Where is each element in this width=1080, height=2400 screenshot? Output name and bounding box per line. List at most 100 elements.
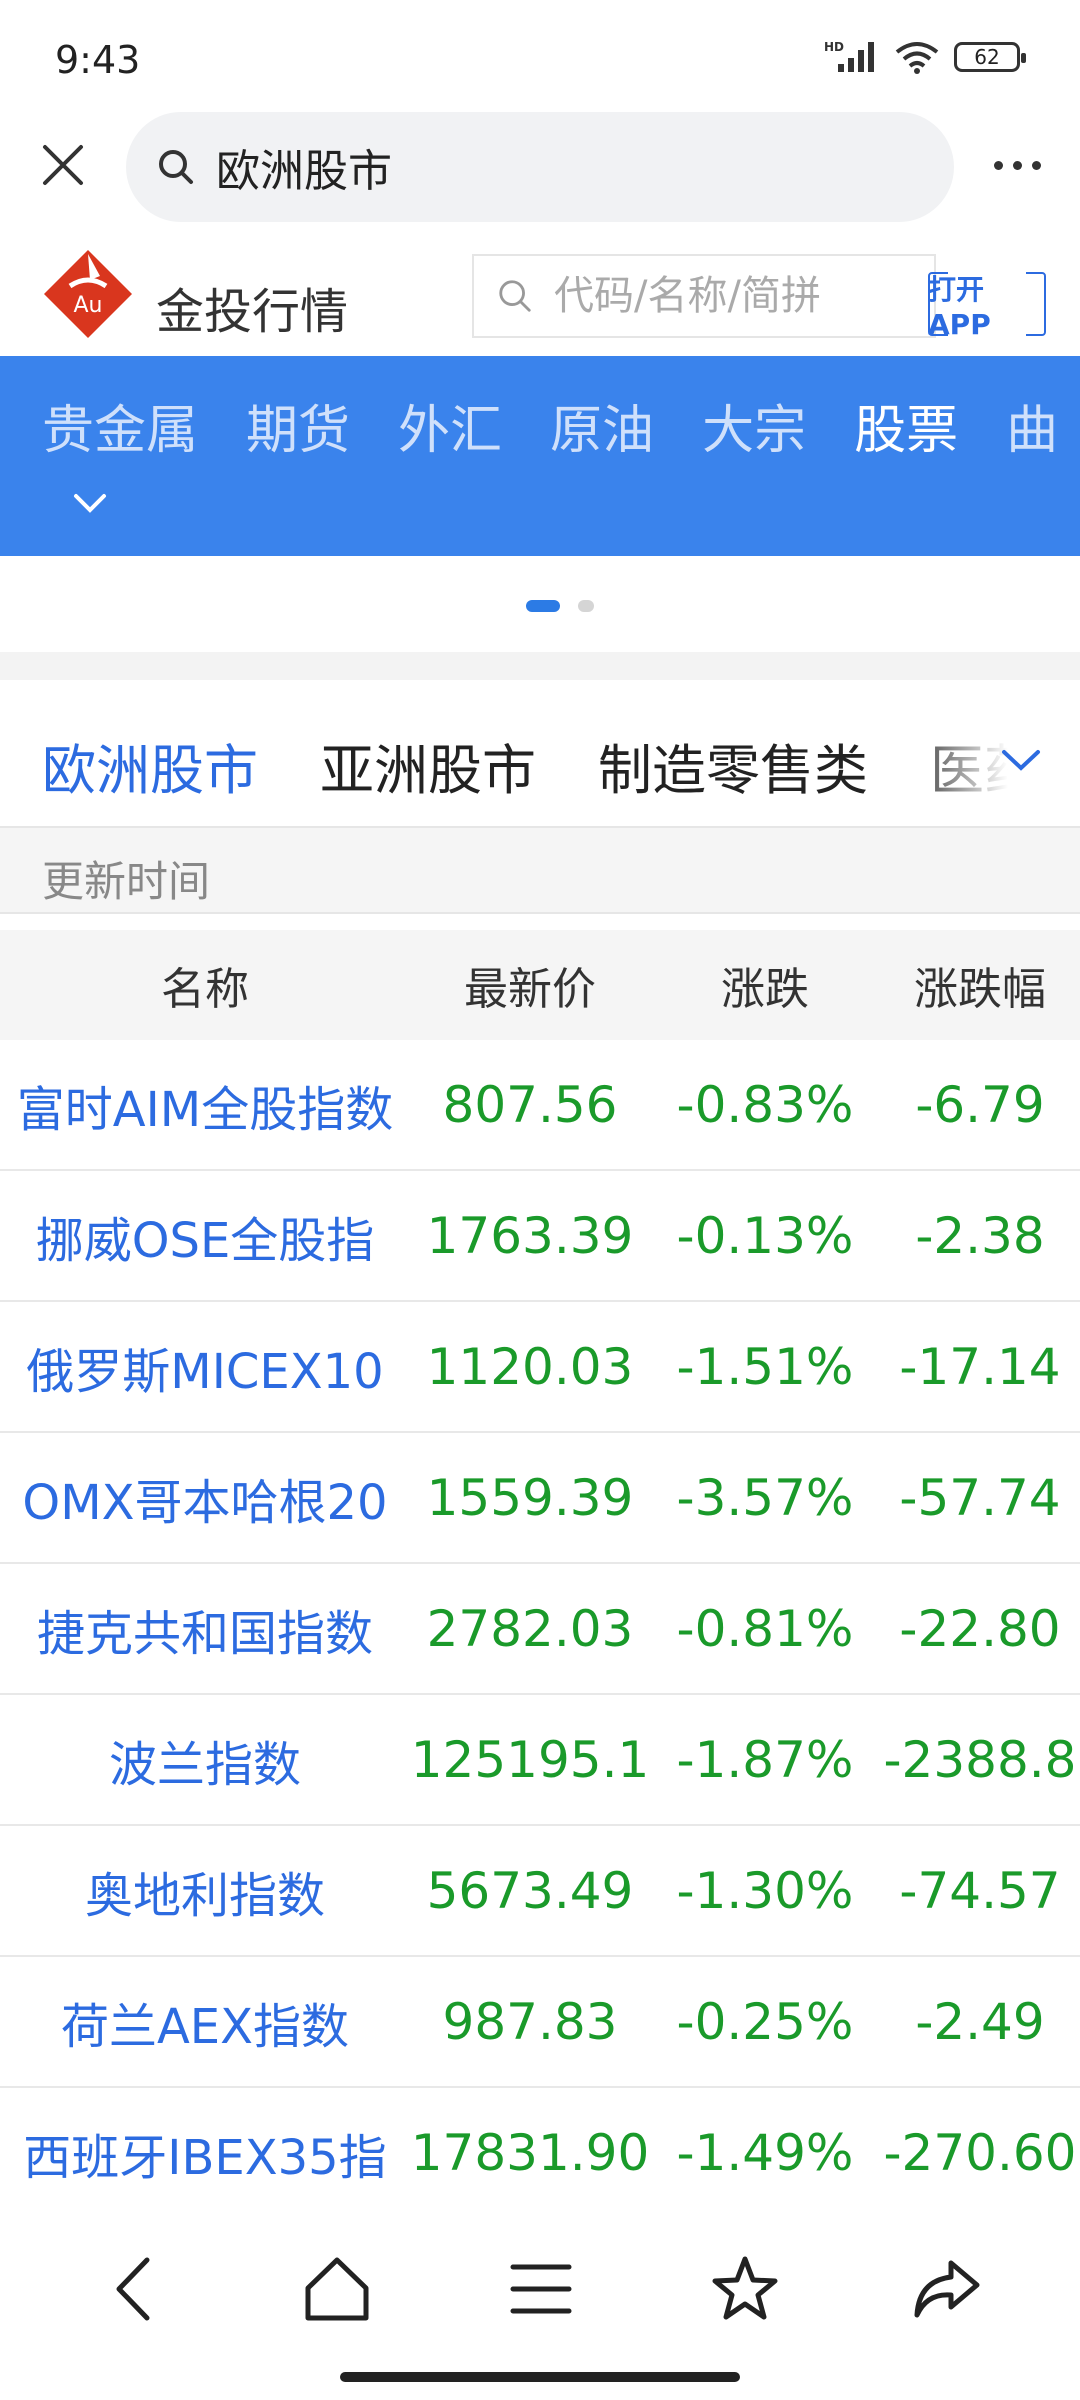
quote-price: 1763.39 bbox=[426, 1206, 634, 1265]
battery-level: 62 bbox=[974, 45, 1000, 69]
quote-change-pct: -2.49 bbox=[915, 1992, 1045, 2051]
quote-name[interactable]: 西班牙IBEX35指 bbox=[0, 2118, 410, 2188]
site-search-box[interactable] bbox=[472, 254, 936, 338]
status-bar: 9:43 HD 62 bbox=[0, 0, 1080, 110]
nav-item[interactable]: 股票 bbox=[854, 388, 958, 463]
quote-name[interactable]: 波兰指数 bbox=[0, 1725, 410, 1795]
table-row[interactable]: OMX哥本哈根20 1559.39 -3.57% -57.74 bbox=[0, 1433, 1080, 1564]
quote-change-pct: -6.79 bbox=[915, 1075, 1045, 1134]
search-icon bbox=[499, 280, 531, 312]
back-button[interactable] bbox=[90, 2244, 180, 2334]
quote-change: -3.57% bbox=[676, 1468, 854, 1527]
quote-change: -0.81% bbox=[676, 1599, 854, 1658]
category-tabs: 欧洲股市亚洲股市制造零售类医药 bbox=[0, 700, 1080, 824]
category-tab[interactable]: 制造零售类 bbox=[598, 726, 868, 805]
close-icon bbox=[43, 145, 83, 185]
quote-name[interactable]: 俄罗斯MICEX10 bbox=[0, 1332, 410, 1402]
nav-item[interactable]: 期货 bbox=[246, 388, 350, 463]
quote-price: 1120.03 bbox=[426, 1337, 634, 1396]
nav-item[interactable]: 外汇 bbox=[398, 388, 502, 463]
status-icons: HD 62 bbox=[824, 40, 1026, 74]
expand-tabs-icon[interactable] bbox=[998, 736, 1044, 782]
battery-indicator: 62 bbox=[954, 42, 1026, 72]
carousel-dot[interactable] bbox=[578, 600, 594, 612]
more-icon bbox=[993, 160, 1003, 170]
header-name: 名称 bbox=[161, 964, 249, 1015]
browser-search-bar[interactable]: 欧洲股市 bbox=[126, 112, 954, 222]
site-header: Au 金投行情 打开APP bbox=[0, 232, 1080, 356]
bottom-nav bbox=[0, 2196, 1080, 2376]
table-row[interactable]: 俄罗斯MICEX10 1120.03 -1.51% -17.14 bbox=[0, 1302, 1080, 1433]
close-button[interactable] bbox=[30, 132, 96, 198]
carousel-dot[interactable] bbox=[526, 600, 560, 612]
quote-name[interactable]: 富时AIM全股指数 bbox=[0, 1070, 410, 1140]
share-icon bbox=[914, 2260, 980, 2318]
quote-price: 5673.49 bbox=[426, 1861, 634, 1920]
search-icon bbox=[159, 150, 193, 184]
logo-text: Au bbox=[74, 293, 103, 318]
header-price: 最新价 bbox=[464, 964, 596, 1015]
carousel-dots bbox=[20, 600, 1080, 630]
quote-name[interactable]: 挪威OSE全股指 bbox=[0, 1201, 410, 1271]
menu-icon bbox=[510, 2264, 572, 2314]
quote-change-pct: -2388.8 bbox=[883, 1730, 1077, 1789]
quote-price: 2782.03 bbox=[426, 1599, 634, 1658]
quote-change-pct: -270.60 bbox=[883, 2123, 1077, 2182]
status-time: 9:43 bbox=[55, 38, 141, 82]
nav-item[interactable]: 曲 bbox=[1006, 388, 1058, 463]
home-icon bbox=[305, 2257, 369, 2321]
table-row[interactable]: 富时AIM全股指数 807.56 -0.83% -6.79 bbox=[0, 1040, 1080, 1171]
hd-label: HD bbox=[824, 40, 844, 54]
quote-change: -1.30% bbox=[676, 1861, 854, 1920]
home-button[interactable] bbox=[292, 2244, 382, 2334]
quote-name[interactable]: 奥地利指数 bbox=[0, 1856, 410, 1926]
nav-item[interactable]: 原油 bbox=[550, 388, 654, 463]
site-search-input[interactable] bbox=[554, 273, 894, 319]
quote-name[interactable]: 荷兰AEX指数 bbox=[0, 1987, 410, 2057]
site-name: 金投行情 bbox=[156, 284, 349, 340]
market-nav-items: 贵金属 期货 外汇 原油 大宗 股票曲 bbox=[42, 388, 1080, 463]
browser-search-query: 欧洲股市 bbox=[216, 146, 392, 197]
quote-change: -1.87% bbox=[676, 1730, 854, 1789]
header-change: 涨跌 bbox=[721, 964, 809, 1015]
table-row[interactable]: 波兰指数 125195.1 -1.87% -2388.8 bbox=[0, 1695, 1080, 1826]
bookmark-button[interactable] bbox=[700, 2244, 790, 2334]
quote-change: -1.51% bbox=[676, 1337, 854, 1396]
quote-price: 807.56 bbox=[442, 1075, 618, 1134]
nav-item[interactable]: 大宗 bbox=[702, 388, 806, 463]
home-indicator[interactable] bbox=[340, 2372, 740, 2382]
quote-change: -0.13% bbox=[676, 1206, 854, 1265]
menu-button[interactable] bbox=[496, 2244, 586, 2334]
quote-change-pct: -2.38 bbox=[915, 1206, 1045, 1265]
table-row[interactable]: 荷兰AEX指数 987.83 -0.25% -2.49 bbox=[0, 1957, 1080, 2088]
quote-change: -0.83% bbox=[676, 1075, 854, 1134]
table-row[interactable]: 奥地利指数 5673.49 -1.30% -74.57 bbox=[0, 1826, 1080, 1957]
table-row[interactable]: 捷克共和国指数 2782.03 -0.81% -22.80 bbox=[0, 1564, 1080, 1695]
market-nav-bar: 贵金属 期货 外汇 原油 大宗 股票曲 bbox=[0, 356, 1080, 556]
table-row[interactable]: 挪威OSE全股指 1763.39 -0.13% -2.38 bbox=[0, 1171, 1080, 1302]
quote-change-pct: -74.57 bbox=[899, 1861, 1061, 1920]
update-time-label: 更新时间 bbox=[42, 857, 211, 906]
more-options-button[interactable] bbox=[982, 132, 1052, 198]
back-icon bbox=[116, 2257, 150, 2321]
header-pct: 涨跌幅 bbox=[914, 964, 1046, 1015]
site-logo[interactable]: Au bbox=[40, 246, 136, 342]
star-icon bbox=[712, 2256, 778, 2320]
section-divider bbox=[0, 652, 1080, 680]
quote-change-pct: -57.74 bbox=[899, 1468, 1061, 1527]
browser-toolbar: 欧洲股市 bbox=[0, 110, 1080, 222]
quote-name[interactable]: 捷克共和国指数 bbox=[0, 1594, 410, 1664]
quote-change: -1.49% bbox=[676, 2123, 854, 2182]
category-tab[interactable]: 亚洲股市 bbox=[320, 726, 536, 805]
quote-change: -0.25% bbox=[676, 1992, 854, 2051]
quote-price: 1559.39 bbox=[426, 1468, 634, 1527]
nav-item[interactable]: 贵金属 bbox=[42, 388, 198, 463]
chevron-down-icon[interactable] bbox=[70, 484, 110, 524]
quote-change-pct: -22.80 bbox=[899, 1599, 1061, 1658]
quote-price: 125195.1 bbox=[410, 1730, 650, 1789]
share-button[interactable] bbox=[902, 2244, 992, 2334]
open-app-label: 打开APP bbox=[928, 272, 991, 341]
quote-name[interactable]: OMX哥本哈根20 bbox=[0, 1463, 410, 1533]
open-app-button[interactable]: 打开APP bbox=[928, 271, 1046, 341]
category-tab[interactable]: 欧洲股市 bbox=[42, 726, 258, 805]
